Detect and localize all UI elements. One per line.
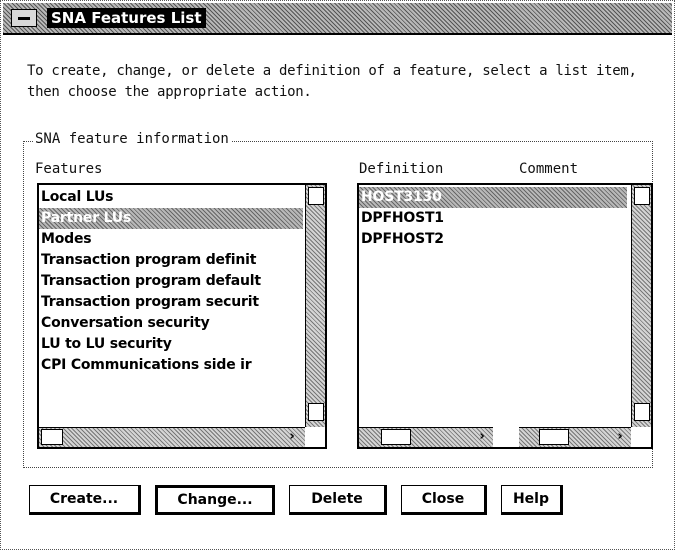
features-hscrollbar[interactable]: › — [39, 427, 305, 447]
scroll-gap — [493, 427, 519, 447]
features-hscroll-thumb[interactable] — [41, 429, 63, 445]
arrow-right-icon[interactable]: › — [611, 428, 629, 446]
comment-hscroll-thumb[interactable] — [539, 429, 569, 445]
feature-list-item[interactable]: Transaction program default — [39, 271, 303, 292]
feature-list-item[interactable]: Partner LUs — [39, 208, 303, 229]
delete-button[interactable]: Delete — [289, 485, 387, 515]
scroll-corner — [305, 427, 325, 447]
close-button[interactable]: Close — [401, 485, 487, 515]
create-button[interactable]: Create... — [29, 485, 141, 515]
feature-list-item[interactable]: Local LUs — [39, 187, 303, 208]
definitions-vscrollbar[interactable] — [631, 185, 651, 427]
feature-list-item[interactable]: Transaction program definit — [39, 250, 303, 271]
arrow-right-icon[interactable]: › — [473, 428, 491, 446]
definition-list-item[interactable]: DPFHOST1 — [359, 208, 627, 229]
change-button[interactable]: Change... — [155, 485, 275, 515]
instructions-text: To create, change, or delete a definitio… — [27, 63, 637, 100]
title-bar[interactable]: SNA Features List — [3, 3, 672, 35]
help-button[interactable]: Help — [501, 485, 563, 515]
scroll-corner — [631, 427, 651, 447]
definition-list-item[interactable]: HOST3130 — [359, 187, 627, 208]
definitions-vscroll-bottom[interactable] — [634, 403, 650, 421]
features-vscroll-bottom[interactable] — [308, 403, 324, 421]
definitions-vscroll-thumb[interactable] — [634, 187, 650, 205]
arrow-right-icon[interactable]: › — [283, 428, 301, 446]
definition-hscroll-thumb[interactable] — [381, 429, 411, 445]
window-title: SNA Features List — [47, 8, 206, 28]
comment-hscrollbar[interactable]: › — [519, 427, 631, 447]
feature-list-item[interactable]: CPI Communications side ir — [39, 355, 303, 376]
definitions-items: HOST3130 DPFHOST1 DPFHOST2 — [359, 187, 627, 250]
feature-list-item[interactable]: Modes — [39, 229, 303, 250]
feature-list-item[interactable]: LU to LU security — [39, 334, 303, 355]
feature-list-item[interactable]: Transaction program securit — [39, 292, 303, 313]
definition-label: Definition — [359, 161, 444, 177]
features-vscroll-thumb[interactable] — [308, 187, 324, 205]
features-items: Local LUs Partner LUs Modes Transaction pro… — [39, 187, 303, 376]
system-menu-icon[interactable] — [11, 9, 37, 27]
feature-list-item[interactable]: Conversation security — [39, 313, 303, 334]
definition-list-item[interactable]: DPFHOST2 — [359, 229, 627, 250]
features-listbox[interactable]: Local LUs Partner LUs Modes Transaction pro… — [37, 183, 327, 449]
definitions-listbox[interactable]: HOST3130 DPFHOST1 DPFHOST2 › › — [357, 183, 653, 449]
features-label: Features — [35, 161, 103, 177]
comment-label: Comment — [519, 161, 579, 177]
features-vscrollbar[interactable] — [305, 185, 325, 427]
definition-hscrollbar[interactable]: › — [359, 427, 493, 447]
group-legend: SNA feature information — [33, 131, 231, 147]
sna-features-window: SNA Features List To create, change, or … — [0, 0, 675, 550]
